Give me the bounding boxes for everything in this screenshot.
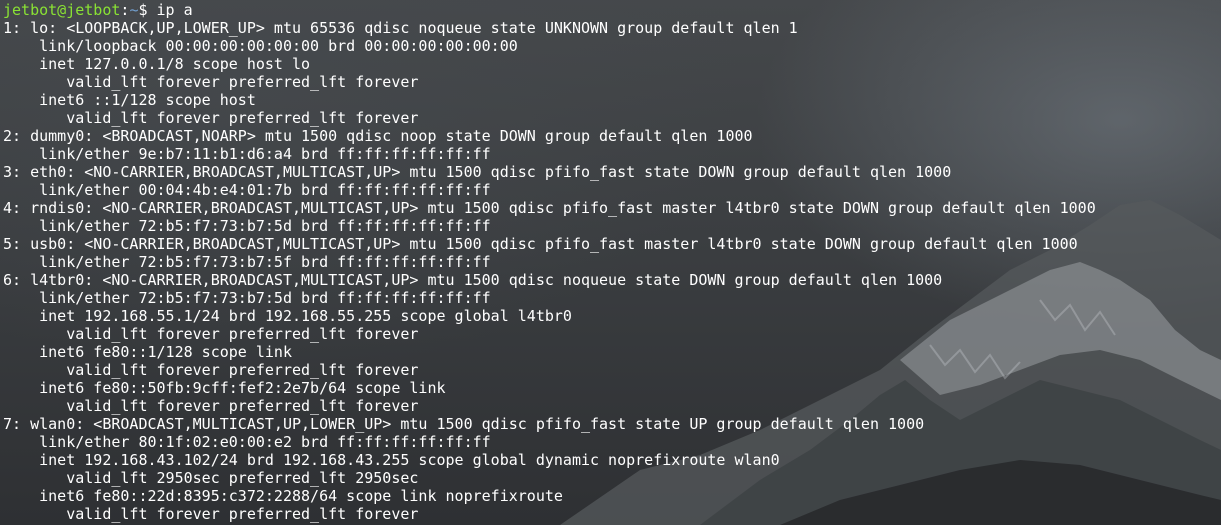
output-line: inet6 fe80::1/128 scope link <box>3 343 292 361</box>
output-line: inet 127.0.0.1/8 scope host lo <box>3 55 311 73</box>
terminal-output[interactable]: jetbot@jetbot:~$ ip a 1: lo: <LOOPBACK,UP… <box>3 1 1096 523</box>
output-line: link/ether 72:b5:f7:73:b7:5f brd ff:ff:f… <box>3 253 491 271</box>
output-line: 5: usb0: <NO-CARRIER,BROADCAST,MULTICAST… <box>3 235 1078 253</box>
output-line: inet 192.168.55.1/24 brd 192.168.55.255 … <box>3 307 572 325</box>
output-line: link/ether 80:1f:02:e0:00:e2 brd ff:ff:f… <box>3 433 491 451</box>
output-line: 3: eth0: <NO-CARRIER,BROADCAST,MULTICAST… <box>3 163 952 181</box>
output-line: valid_lft forever preferred_lft forever <box>3 397 419 415</box>
output-line: 1: lo: <LOOPBACK,UP,LOWER_UP> mtu 65536 … <box>3 19 798 37</box>
output-line: 7: wlan0: <BROADCAST,MULTICAST,UP,LOWER_… <box>3 415 925 433</box>
output-line: link/ether 72:b5:f7:73:b7:5d brd ff:ff:f… <box>3 217 491 235</box>
output-line: 2: dummy0: <BROADCAST,NOARP> mtu 1500 qd… <box>3 127 753 145</box>
output-line: inet6 fe80::50fb:9cff:fef2:2e7b/64 scope… <box>3 379 446 397</box>
prompt-symbol: $ <box>138 1 157 19</box>
output-line: valid_lft forever preferred_lft forever <box>3 73 419 91</box>
output-line: valid_lft forever preferred_lft forever <box>3 505 419 523</box>
output-line: valid_lft 2950sec preferred_lft 2950sec <box>3 469 419 487</box>
output-line: inet6 ::1/128 scope host <box>3 91 256 109</box>
output-line: link/ether 72:b5:f7:73:b7:5d brd ff:ff:f… <box>3 289 491 307</box>
output-line: link/ether 9e:b7:11:b1:d6:a4 brd ff:ff:f… <box>3 145 491 163</box>
output-line: valid_lft forever preferred_lft forever <box>3 361 419 379</box>
output-line: link/ether 00:04:4b:e4:01:7b brd ff:ff:f… <box>3 181 491 199</box>
output-line: 6: l4tbr0: <NO-CARRIER,BROADCAST,MULTICA… <box>3 271 943 289</box>
prompt-user-host: jetbot@jetbot <box>3 1 121 19</box>
output-line: inet6 fe80::22d:8395:c372:2288/64 scope … <box>3 487 563 505</box>
output-line: inet 192.168.43.102/24 brd 192.168.43.25… <box>3 451 780 469</box>
output-line: valid_lft forever preferred_lft forever <box>3 325 419 343</box>
prompt-line: jetbot@jetbot:~$ ip a <box>3 1 1096 19</box>
output-line: 4: rndis0: <NO-CARRIER,BROADCAST,MULTICA… <box>3 199 1096 217</box>
output-line: valid_lft forever preferred_lft forever <box>3 109 419 127</box>
output-line: link/loopback 00:00:00:00:00:00 brd 00:0… <box>3 37 518 55</box>
terminal-window[interactable]: jetbot@jetbot:~$ ip a 1: lo: <LOOPBACK,UP… <box>0 0 1221 525</box>
prompt-command: ip a <box>156 1 193 19</box>
